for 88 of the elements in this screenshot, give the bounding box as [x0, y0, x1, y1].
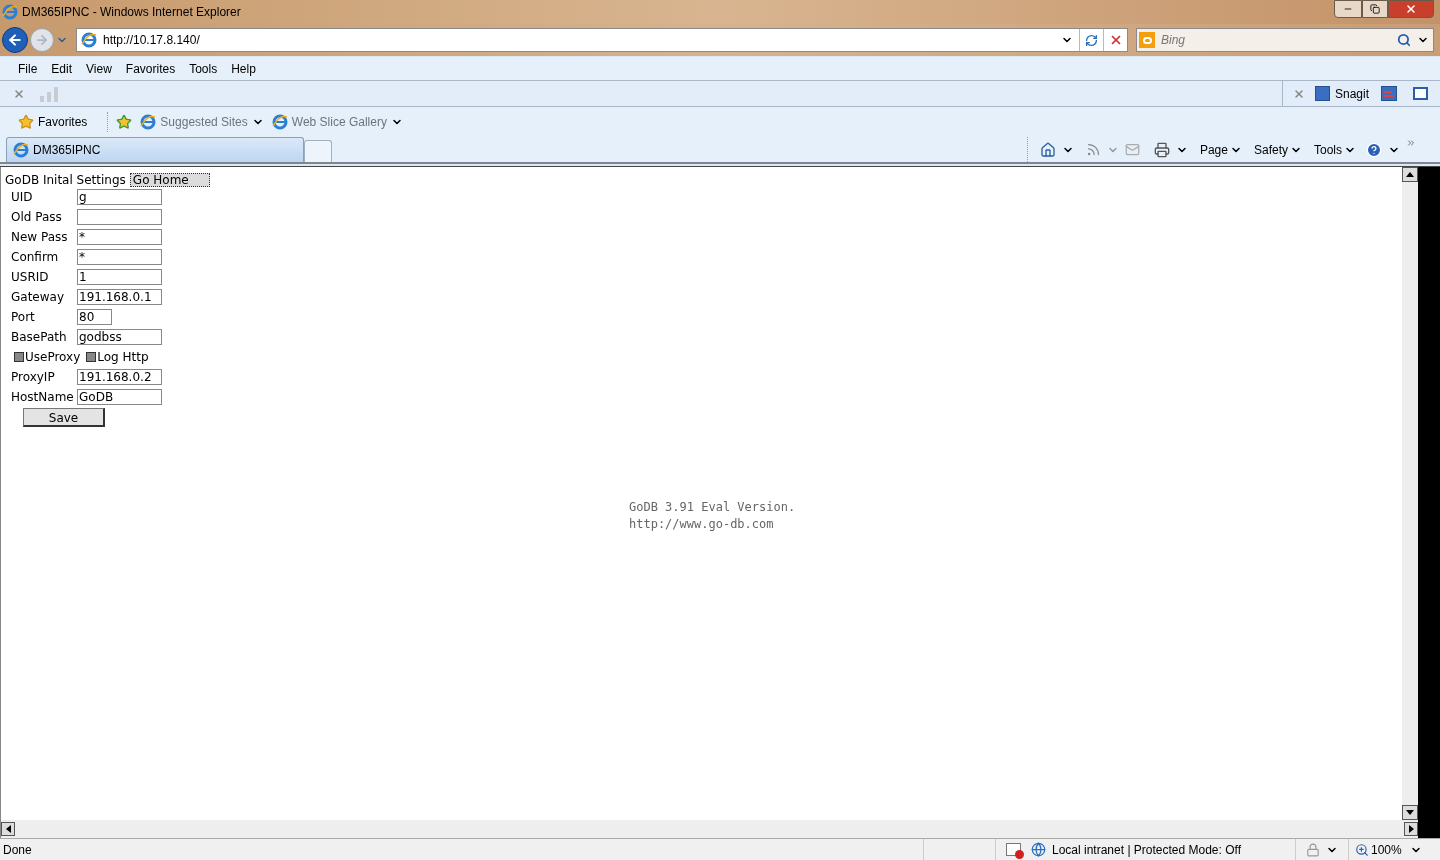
field-label: New Pass [11, 229, 69, 246]
go-home-button[interactable]: Go Home [129, 173, 210, 187]
field-label: BasePath [11, 329, 68, 346]
field-label: Port [11, 309, 36, 326]
scroll-right-button[interactable] [1404, 822, 1418, 836]
minimize-button[interactable] [1334, 0, 1362, 18]
menu-item[interactable]: Help [231, 59, 256, 78]
checkbox-label: UseProxy [25, 349, 81, 366]
search-placeholder: Bing [1161, 32, 1186, 49]
horizontal-scrollbar[interactable] [0, 820, 1418, 838]
status-text: Done [3, 841, 32, 859]
globe-icon [1031, 842, 1046, 857]
search-icon[interactable] [1397, 33, 1411, 47]
input-field[interactable]: * [77, 249, 162, 265]
search-field[interactable]: Bing [1136, 28, 1434, 52]
menu-item[interactable]: Tools [189, 59, 218, 78]
checkbox[interactable] [14, 352, 24, 362]
left-arrow-icon [5, 825, 11, 833]
page-title: GoDB Inital Settings [5, 173, 126, 187]
browser-logo-icon [2, 4, 18, 20]
favorite-link[interactable]: Web Slice Gallery [291, 113, 387, 131]
vertical-scrollbar[interactable] [1402, 167, 1418, 820]
back-button[interactable] [2, 27, 28, 53]
input-field[interactable]: * [77, 229, 162, 245]
footer-text: GoDB 3.91 Eval Version. [629, 499, 796, 516]
close-icon[interactable] [1293, 87, 1305, 100]
input-field[interactable]: 191.168.0.2 [77, 369, 162, 385]
bing-logo-icon [1139, 32, 1155, 48]
favorites-button[interactable]: Favorites [38, 113, 88, 131]
field-label: ProxyIP [11, 369, 56, 386]
footer-text: http://www.go-db.com [629, 516, 775, 533]
command-menu[interactable]: Page [1199, 140, 1228, 159]
menu-item[interactable]: File [18, 59, 38, 78]
command-menu[interactable]: Safety [1253, 140, 1288, 159]
menu-item[interactable]: Edit [51, 59, 73, 78]
window-icon[interactable] [1381, 86, 1398, 101]
signal-bars-icon [39, 85, 59, 102]
zoom-level[interactable]: 100% [1371, 840, 1402, 859]
star-icon[interactable] [18, 114, 34, 130]
browser-logo-icon [13, 142, 29, 158]
restore-icon [1370, 4, 1380, 14]
save-button[interactable]: Save [23, 408, 105, 427]
address-url: http://10.17.8.140/ [103, 32, 200, 49]
checkbox-label: Log Http [97, 349, 149, 366]
browser-tab[interactable]: DM365IPNC [6, 137, 304, 162]
restore-button[interactable] [1362, 0, 1388, 18]
address-field[interactable]: http://10.17.8.140/ [76, 28, 1128, 52]
snagit-label[interactable]: Snagit [1335, 84, 1370, 103]
right-arrow-icon [1408, 825, 1414, 833]
popup-blocked-icon[interactable] [1006, 843, 1021, 856]
close-icon [1405, 3, 1417, 15]
window-title: DM365IPNC - Windows Internet Explorer [22, 4, 241, 21]
scroll-up-button[interactable] [1402, 167, 1418, 182]
feed-icon[interactable] [1085, 142, 1101, 157]
input-field[interactable]: GoDB [77, 389, 162, 405]
close-icon[interactable] [13, 87, 25, 100]
command-menu[interactable]: Tools [1314, 140, 1342, 159]
down-arrow-icon [1406, 810, 1414, 815]
favorite-link[interactable]: Suggested Sites [160, 113, 248, 131]
help-icon[interactable] [1366, 141, 1382, 158]
field-label: UID [11, 189, 34, 206]
input-field[interactable]: godbss [77, 329, 162, 345]
forward-arrow-icon [35, 33, 49, 47]
print-icon[interactable] [1153, 141, 1170, 158]
scroll-left-button[interactable] [1, 822, 15, 836]
field-label: Gateway [11, 289, 65, 306]
field-label: Old Pass [11, 209, 63, 226]
field-label: HostName [11, 389, 75, 406]
page-icon [271, 114, 288, 130]
zone-text: Local intranet | Protected Mode: Off [1052, 841, 1241, 859]
field-label: USRID [11, 269, 50, 286]
input-field[interactable]: 191.168.0.1 [77, 289, 162, 305]
input-field[interactable] [77, 209, 162, 225]
menu-item[interactable]: Favorites [125, 59, 176, 78]
field-label: Confirm [11, 249, 60, 266]
home-icon[interactable] [1039, 141, 1056, 158]
page-icon [140, 114, 157, 130]
scroll-down-button[interactable] [1402, 805, 1418, 820]
menu-item[interactable]: View [86, 59, 112, 78]
input-field[interactable]: g [77, 189, 162, 205]
close-button[interactable] [1388, 0, 1434, 18]
zoom-icon[interactable] [1355, 842, 1369, 857]
page-icon [81, 32, 97, 48]
checkbox[interactable] [86, 352, 97, 362]
input-field[interactable]: 1 [77, 269, 162, 285]
up-arrow-icon [1406, 172, 1414, 177]
add-favorite-icon[interactable] [116, 114, 133, 130]
input-field[interactable]: 80 [77, 309, 112, 325]
